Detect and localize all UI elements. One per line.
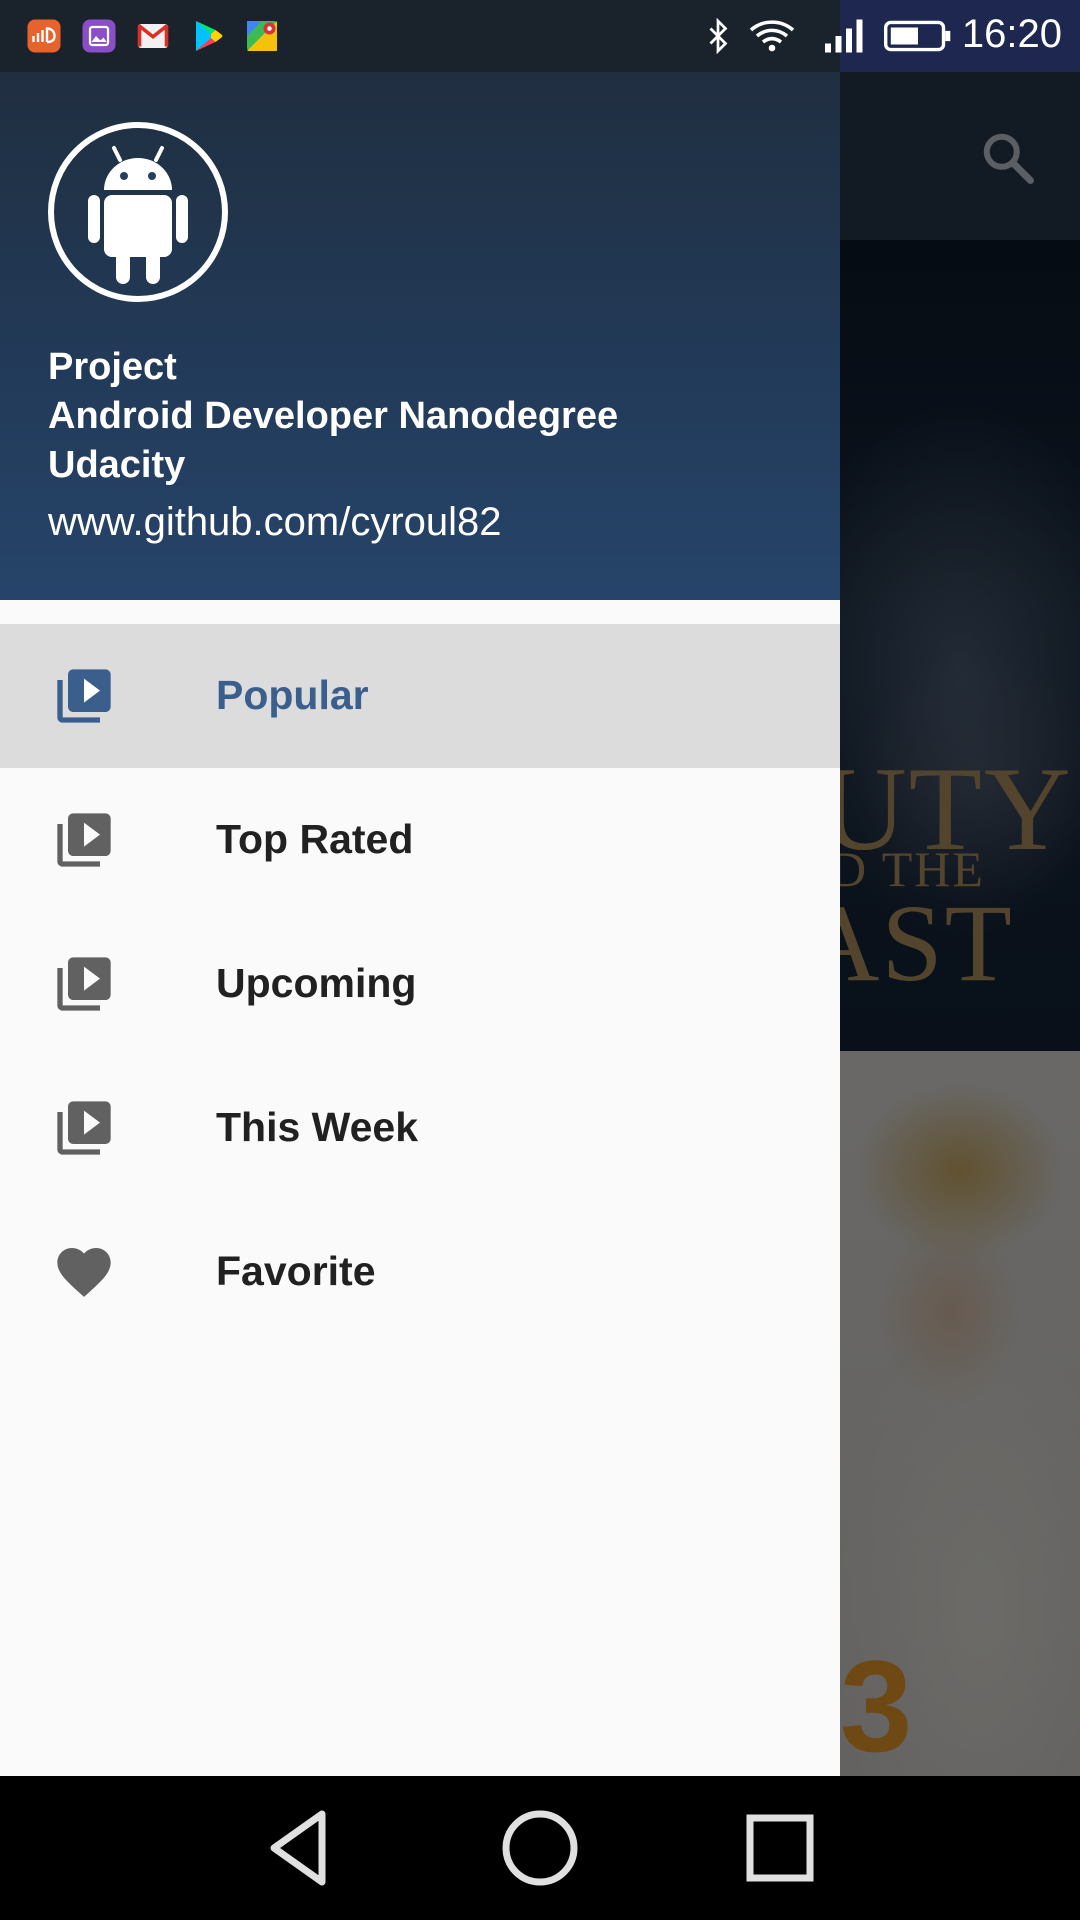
navigation-drawer: Project Android Developer Nanodegree Uda… [0,0,840,1776]
recents-icon[interactable] [730,1798,830,1898]
bluetooth-icon [709,18,728,54]
drawer-header: Project Android Developer Nanodegree Uda… [0,0,840,600]
video-library-icon [57,1101,111,1155]
soundcloud-icon [27,19,61,53]
menu-item-upcoming[interactable]: Upcoming [0,912,840,1056]
header-course-label: Android Developer Nanodegree [48,395,619,437]
maps-icon [247,21,277,51]
android-robot-icon [88,146,188,284]
menu-item-label: This Week [216,1104,419,1150]
battery-icon [884,20,951,52]
menu-item-this-week[interactable]: This Week [0,1056,840,1200]
system-navigation-bar [0,1776,1080,1920]
menu-item-top-rated[interactable]: Top Rated [0,768,840,912]
menu-item-label: Popular [216,672,369,718]
home-icon[interactable] [490,1798,590,1898]
menu-item-popular[interactable]: Popular [0,624,840,768]
menu-item-label: Top Rated [216,816,414,862]
header-project-label: Project [48,346,177,388]
gmail-icon [137,24,169,48]
wifi-icon [749,20,795,52]
heart-icon [57,1248,111,1297]
header-org-label: Udacity [48,444,186,486]
signal-icon [825,19,863,53]
menu-item-label: Favorite [216,1248,376,1294]
gallery-icon [82,19,116,53]
menu-item-label: Upcoming [216,960,417,1006]
video-library-icon [57,669,111,723]
video-library-icon [57,813,111,867]
status-time: 16:20 [961,12,1062,56]
menu-item-favorite[interactable]: Favorite [0,1200,840,1344]
play-store-icon [196,21,223,51]
header-url-label[interactable]: www.github.com/cyroul82 [48,500,502,545]
video-library-icon [57,957,111,1011]
avatar [48,122,228,302]
back-icon[interactable] [250,1798,350,1898]
